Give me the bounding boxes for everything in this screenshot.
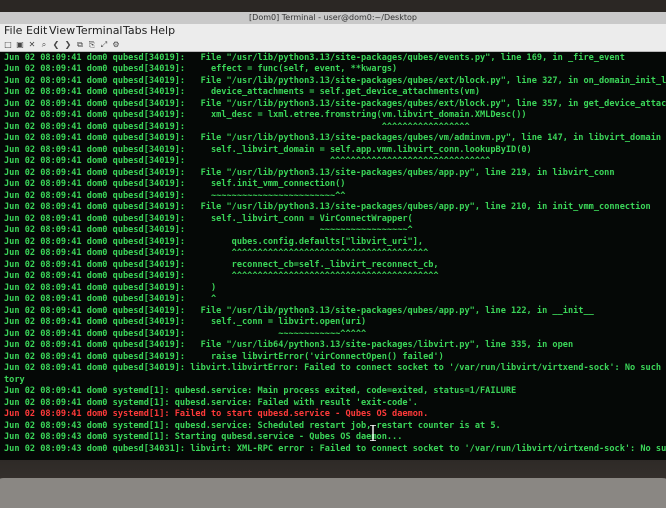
terminal-line: Jun 02 08:09:43 dom0 qubesd[34031]: libv… <box>4 444 666 454</box>
terminal-line: Jun 02 08:09:41 dom0 qubesd[34019]: ^^^^… <box>4 156 491 166</box>
back-icon[interactable]: ❮ <box>51 38 61 51</box>
terminal-line: Jun 02 08:09:41 dom0 qubesd[34019]: File… <box>4 99 666 109</box>
terminal-output[interactable]: Jun 02 08:09:41 dom0 qubesd[34019]: File… <box>0 52 666 460</box>
search-icon[interactable]: ⌕ <box>39 38 49 51</box>
copy-icon[interactable]: ⧉ <box>75 38 85 51</box>
terminal-line: Jun 02 08:09:41 dom0 qubesd[34019]: File… <box>4 168 615 178</box>
terminal-line: Jun 02 08:09:41 dom0 qubesd[34019]: self… <box>4 317 367 327</box>
terminal-line: Jun 02 08:09:41 dom0 qubesd[34019]: File… <box>4 340 574 350</box>
settings-icon[interactable]: ⚙ <box>111 38 121 51</box>
new-window-icon[interactable]: ▣ <box>15 38 25 51</box>
toolbar: □ ▣ ✕ ⌕ ❮ ❯ ⧉ ⎘ ⤢ ⚙ <box>0 38 666 52</box>
terminal-line: Jun 02 08:09:41 dom0 systemd[1]: qubesd.… <box>4 398 418 408</box>
laptop-base <box>0 478 666 508</box>
terminal-line: Jun 02 08:09:41 dom0 qubesd[34019]: ) <box>4 283 217 293</box>
terminal-line: Jun 02 08:09:43 dom0 systemd[1]: qubesd.… <box>4 421 501 431</box>
terminal-line: Jun 02 08:09:41 dom0 qubesd[34019]: xml_… <box>4 110 527 120</box>
terminal-line: Jun 02 08:09:41 dom0 qubesd[34019]: self… <box>4 145 532 155</box>
terminal-line: Jun 02 08:09:41 dom0 qubesd[34019]: self… <box>4 179 346 189</box>
terminal-line: Jun 02 08:09:41 dom0 qubesd[34019]: ~~~~… <box>4 191 346 201</box>
terminal-line: Jun 02 08:09:41 dom0 qubesd[34019]: reco… <box>4 260 439 270</box>
terminal-line: Jun 02 08:09:41 dom0 qubesd[34019]: File… <box>4 202 651 212</box>
terminal-line: Jun 02 08:09:43 dom0 systemd[1]: Startin… <box>4 432 403 442</box>
terminal-line: Jun 02 08:09:41 dom0 qubesd[34019]: devi… <box>4 87 480 97</box>
terminal-line: Jun 02 08:09:41 dom0 qubesd[34019]: File… <box>4 76 666 86</box>
close-icon[interactable]: ✕ <box>27 38 37 51</box>
laptop-bezel-top <box>0 0 666 12</box>
paste-icon[interactable]: ⎘ <box>87 38 97 51</box>
menu-file[interactable]: File <box>4 24 22 38</box>
terminal-line: Jun 02 08:09:41 dom0 qubesd[34019]: libv… <box>4 363 666 373</box>
terminal-line: Jun 02 08:09:41 dom0 qubesd[34019]: ^^^^… <box>4 248 429 258</box>
window-title: [Dom0] Terminal - user@dom0:~/Desktop <box>249 13 417 22</box>
terminal-line: Jun 02 08:09:41 dom0 qubesd[34019]: ~~~~… <box>4 225 413 235</box>
text-cursor-icon <box>370 425 376 441</box>
terminal-line: Jun 02 08:09:41 dom0 qubesd[34019]: effe… <box>4 64 398 74</box>
forward-icon[interactable]: ❯ <box>63 38 73 51</box>
fullscreen-icon[interactable]: ⤢ <box>99 38 109 51</box>
terminal-line: Jun 02 08:09:41 dom0 qubesd[34019]: qube… <box>4 237 424 247</box>
terminal-line: Jun 02 08:09:41 dom0 qubesd[34019]: ^^^^… <box>4 271 439 281</box>
terminal-line: Jun 02 08:09:41 dom0 qubesd[34019]: ^^^^… <box>4 122 470 132</box>
screen: [Dom0] Terminal - user@dom0:~/Desktop Fi… <box>0 12 666 460</box>
menu-view[interactable]: View <box>49 24 75 38</box>
terminal-line: Jun 02 08:09:41 dom0 qubesd[34019]: File… <box>4 133 662 143</box>
terminal-line: Jun 02 08:09:41 dom0 qubesd[34019]: File… <box>4 53 625 63</box>
menu-tabs[interactable]: Tabs <box>123 24 147 38</box>
menu-terminal[interactable]: Terminal <box>76 24 123 38</box>
terminal-line: Jun 02 08:09:41 dom0 qubesd[34019]: self… <box>4 214 413 224</box>
menu-edit[interactable]: Edit <box>26 24 47 38</box>
new-tab-icon[interactable]: □ <box>3 38 13 51</box>
terminal-line: Jun 02 08:09:41 dom0 qubesd[34019]: ~~~~… <box>4 329 367 339</box>
menu-bar: File Edit View Terminal Tabs Help <box>0 24 666 38</box>
terminal-line: tory <box>4 375 25 385</box>
terminal-line: Jun 02 08:09:41 dom0 qubesd[34019]: File… <box>4 306 594 316</box>
terminal-line: Jun 02 08:09:41 dom0 qubesd[34019]: ^ <box>4 294 217 304</box>
terminal-line: Jun 02 08:09:41 dom0 systemd[1]: qubesd.… <box>4 386 517 396</box>
terminal-line: Jun 02 08:09:41 dom0 qubesd[34019]: rais… <box>4 352 444 362</box>
menu-help[interactable]: Help <box>150 24 175 38</box>
terminal-line-error: Jun 02 08:09:41 dom0 systemd[1]: Failed … <box>4 409 429 419</box>
